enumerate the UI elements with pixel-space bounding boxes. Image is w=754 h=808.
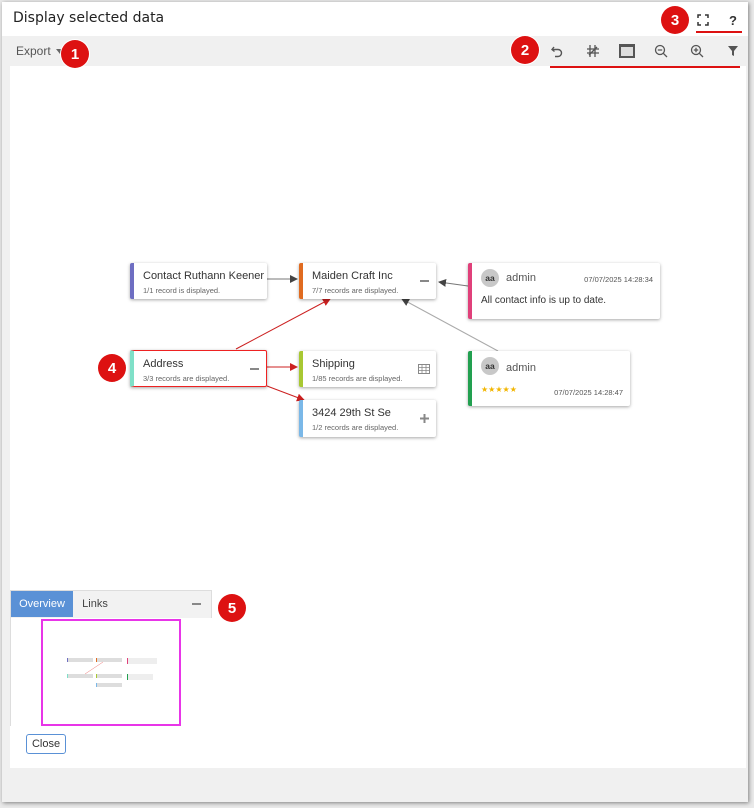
- collapse-icon[interactable]: [247, 363, 261, 375]
- comment-card[interactable]: aa admin ★★★★★ 07/07/2025 14:28:47: [468, 351, 630, 406]
- callout-badge-2: 2: [511, 36, 539, 64]
- callout-underline-3: [696, 31, 742, 33]
- comment-text: All contact info is up to date.: [481, 295, 607, 306]
- dialog-title: Display selected data: [13, 10, 165, 26]
- title-bar: Display selected data ?: [2, 2, 748, 36]
- table-icon[interactable]: [417, 363, 431, 375]
- node-title: 3424 29th St Se: [312, 407, 391, 419]
- overview-panel: Overview Links: [10, 590, 213, 727]
- node-subtitle: 1/2 records are displayed.: [312, 423, 399, 432]
- callout-badge-5: 5: [218, 594, 246, 622]
- callout-underline-2: [550, 66, 740, 68]
- node-title: Shipping: [312, 358, 355, 370]
- node-contact[interactable]: Contact Ruthann Keener 1/1 record is dis…: [130, 263, 267, 299]
- node-subtitle: 1/1 record is displayed.: [143, 286, 221, 295]
- zoom-in-icon[interactable]: [686, 41, 708, 61]
- close-button[interactable]: Close: [26, 734, 66, 754]
- node-title: Address: [143, 358, 184, 370]
- layout-icon[interactable]: [582, 41, 604, 61]
- node-subtitle: 1/85 records are displayed.: [312, 374, 403, 383]
- tab-links[interactable]: Links: [73, 591, 117, 617]
- callout-badge-3: 3: [661, 6, 689, 34]
- export-label: Export: [16, 44, 51, 58]
- fullscreen-icon[interactable]: [692, 10, 714, 30]
- filter-icon[interactable]: [722, 41, 744, 61]
- undo-icon[interactable]: [546, 41, 568, 61]
- avatar: aa: [481, 357, 499, 375]
- help-button[interactable]: ?: [722, 10, 744, 30]
- tab-overview[interactable]: Overview: [11, 591, 73, 617]
- expand-icon[interactable]: [417, 412, 431, 424]
- callout-badge-4: 4: [98, 354, 126, 382]
- overview-minimap[interactable]: [11, 618, 213, 727]
- node-address[interactable]: Address 3/3 records are displayed.: [130, 350, 267, 387]
- edge-address-street: [266, 385, 305, 402]
- graph-canvas[interactable]: Contact Ruthann Keener 1/1 record is dis…: [10, 66, 746, 768]
- comment-author: admin: [506, 362, 536, 374]
- node-subtitle: 3/3 records are displayed.: [143, 374, 230, 383]
- edge-comment1-company: [438, 278, 469, 287]
- node-title: Maiden Craft Inc: [312, 270, 393, 282]
- collapse-icon[interactable]: [417, 275, 431, 287]
- comment-author: admin: [506, 272, 536, 284]
- dialog-window: Display selected data ? Export Contact R…: [2, 2, 748, 802]
- node-company[interactable]: Maiden Craft Inc 7/7 records are display…: [299, 263, 436, 299]
- node-street[interactable]: 3424 29th St Se 1/2 records are displaye…: [299, 400, 436, 437]
- collapse-icon[interactable]: [189, 598, 203, 610]
- avatar: aa: [481, 269, 499, 287]
- fit-screen-icon[interactable]: [616, 41, 638, 61]
- callout-badge-1: 1: [61, 40, 89, 68]
- edge-address-company: [235, 298, 331, 350]
- comment-date: 07/07/2025 14:28:47: [554, 388, 623, 397]
- rating-stars: ★★★★★: [481, 385, 517, 394]
- node-title: Contact Ruthann Keener: [143, 270, 265, 282]
- zoom-out-icon[interactable]: [650, 41, 672, 61]
- comment-card[interactable]: aa admin 07/07/2025 14:28:34 All contact…: [468, 263, 660, 319]
- toolbar: Export: [2, 36, 748, 66]
- node-subtitle: 7/7 records are displayed.: [312, 286, 399, 295]
- export-dropdown[interactable]: Export: [16, 44, 64, 58]
- comment-date: 07/07/2025 14:28:34: [584, 275, 653, 284]
- viewport-frame[interactable]: [41, 619, 181, 726]
- node-shipping[interactable]: Shipping 1/85 records are displayed.: [299, 351, 436, 387]
